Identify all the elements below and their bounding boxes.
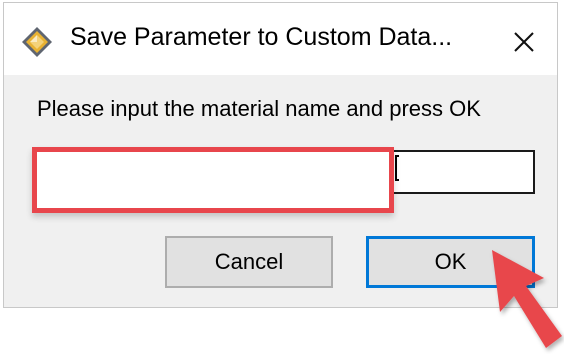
- text-cursor: [395, 155, 399, 181]
- close-icon[interactable]: [507, 25, 541, 59]
- screenshot-stage: Save Parameter to Custom Data... Please …: [0, 0, 564, 354]
- diamond-app-icon: [22, 27, 52, 57]
- cancel-button[interactable]: Cancel: [165, 236, 333, 288]
- red-pointer-arrow: [492, 250, 562, 348]
- title-bar: Save Parameter to Custom Data...: [4, 3, 557, 75]
- prompt-text: Please input the material name and press…: [37, 96, 481, 121]
- red-highlight-box: [32, 147, 394, 213]
- window-title: Save Parameter to Custom Data...: [70, 23, 453, 51]
